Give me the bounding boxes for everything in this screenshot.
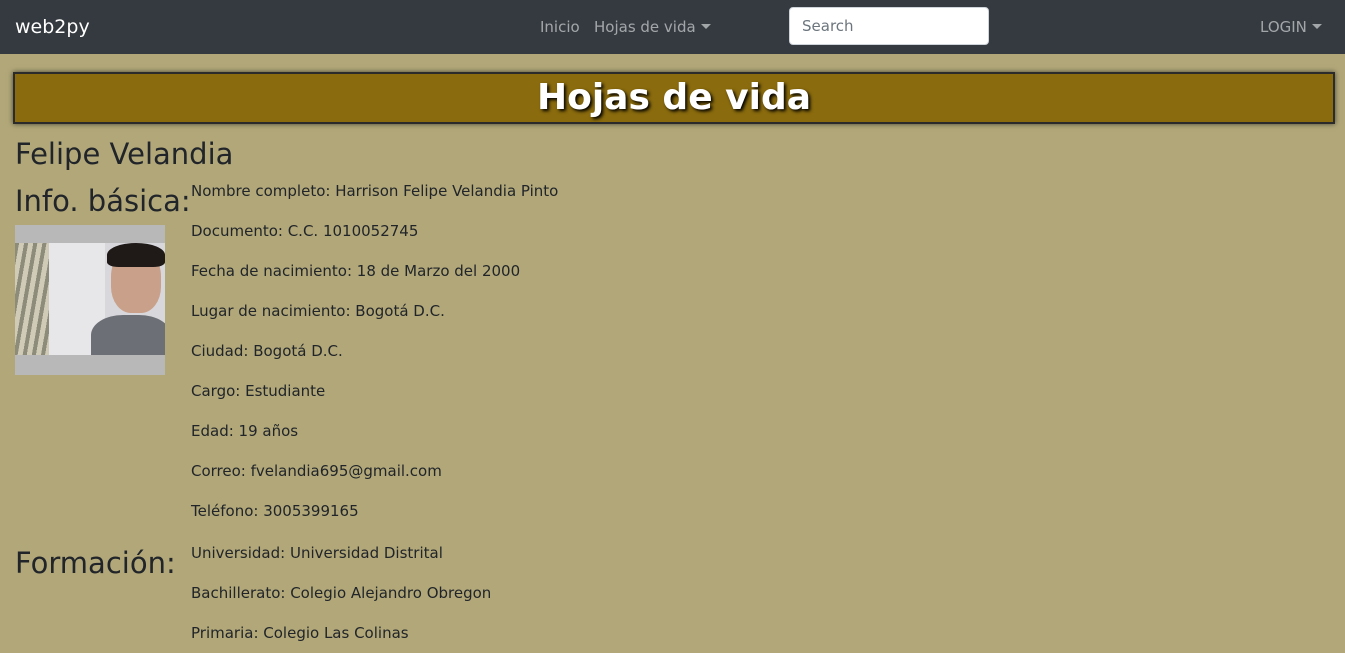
formation-high-school: Bachillerato: Colegio Alejandro Obregon bbox=[191, 584, 492, 602]
nav-hojas-label: Hojas de vida bbox=[594, 18, 696, 36]
person-name: Felipe Velandia bbox=[15, 137, 234, 171]
info-document: Documento: C.C. 1010052745 bbox=[191, 222, 419, 240]
info-age: Edad: 19 años bbox=[191, 422, 299, 440]
chevron-down-icon bbox=[1311, 24, 1322, 29]
formation-heading: Formación: bbox=[15, 546, 176, 580]
info-phone: Teléfono: 3005399165 bbox=[191, 502, 359, 520]
brand-link[interactable]: web2py bbox=[15, 15, 90, 39]
nav-hojas-dropdown[interactable]: Hojas de vida bbox=[594, 17, 711, 37]
photo-image bbox=[15, 243, 165, 355]
page-banner: Hojas de vida bbox=[13, 72, 1335, 124]
info-birth-date: Fecha de nacimiento: 18 de Marzo del 200… bbox=[191, 262, 521, 280]
photo-curtain bbox=[15, 243, 49, 355]
search-input[interactable] bbox=[789, 7, 989, 45]
photo-frame-bottom bbox=[15, 355, 165, 375]
photo-hair bbox=[107, 243, 165, 267]
login-label: LOGIN bbox=[1260, 18, 1307, 36]
basic-info-heading: Info. básica: bbox=[15, 184, 191, 218]
chevron-down-icon bbox=[700, 24, 711, 29]
photo-hoodie bbox=[91, 315, 165, 355]
profile-photo bbox=[15, 225, 165, 375]
page-title: Hojas de vida bbox=[536, 77, 812, 118]
info-city: Ciudad: Bogotá D.C. bbox=[191, 342, 343, 360]
navbar: web2py Inicio Hojas de vida LOGIN bbox=[0, 0, 1345, 54]
login-dropdown[interactable]: LOGIN bbox=[1260, 17, 1322, 37]
formation-university: Universidad: Universidad Distrital bbox=[191, 544, 443, 562]
info-birth-place: Lugar de nacimiento: Bogotá D.C. bbox=[191, 302, 445, 320]
formation-primary: Primaria: Colegio Las Colinas bbox=[191, 624, 409, 642]
info-position: Cargo: Estudiante bbox=[191, 382, 326, 400]
nav-inicio-link[interactable]: Inicio bbox=[540, 17, 580, 37]
info-email: Correo: fvelandia695@gmail.com bbox=[191, 462, 442, 480]
info-full-name: Nombre completo: Harrison Felipe Velandi… bbox=[191, 182, 559, 200]
